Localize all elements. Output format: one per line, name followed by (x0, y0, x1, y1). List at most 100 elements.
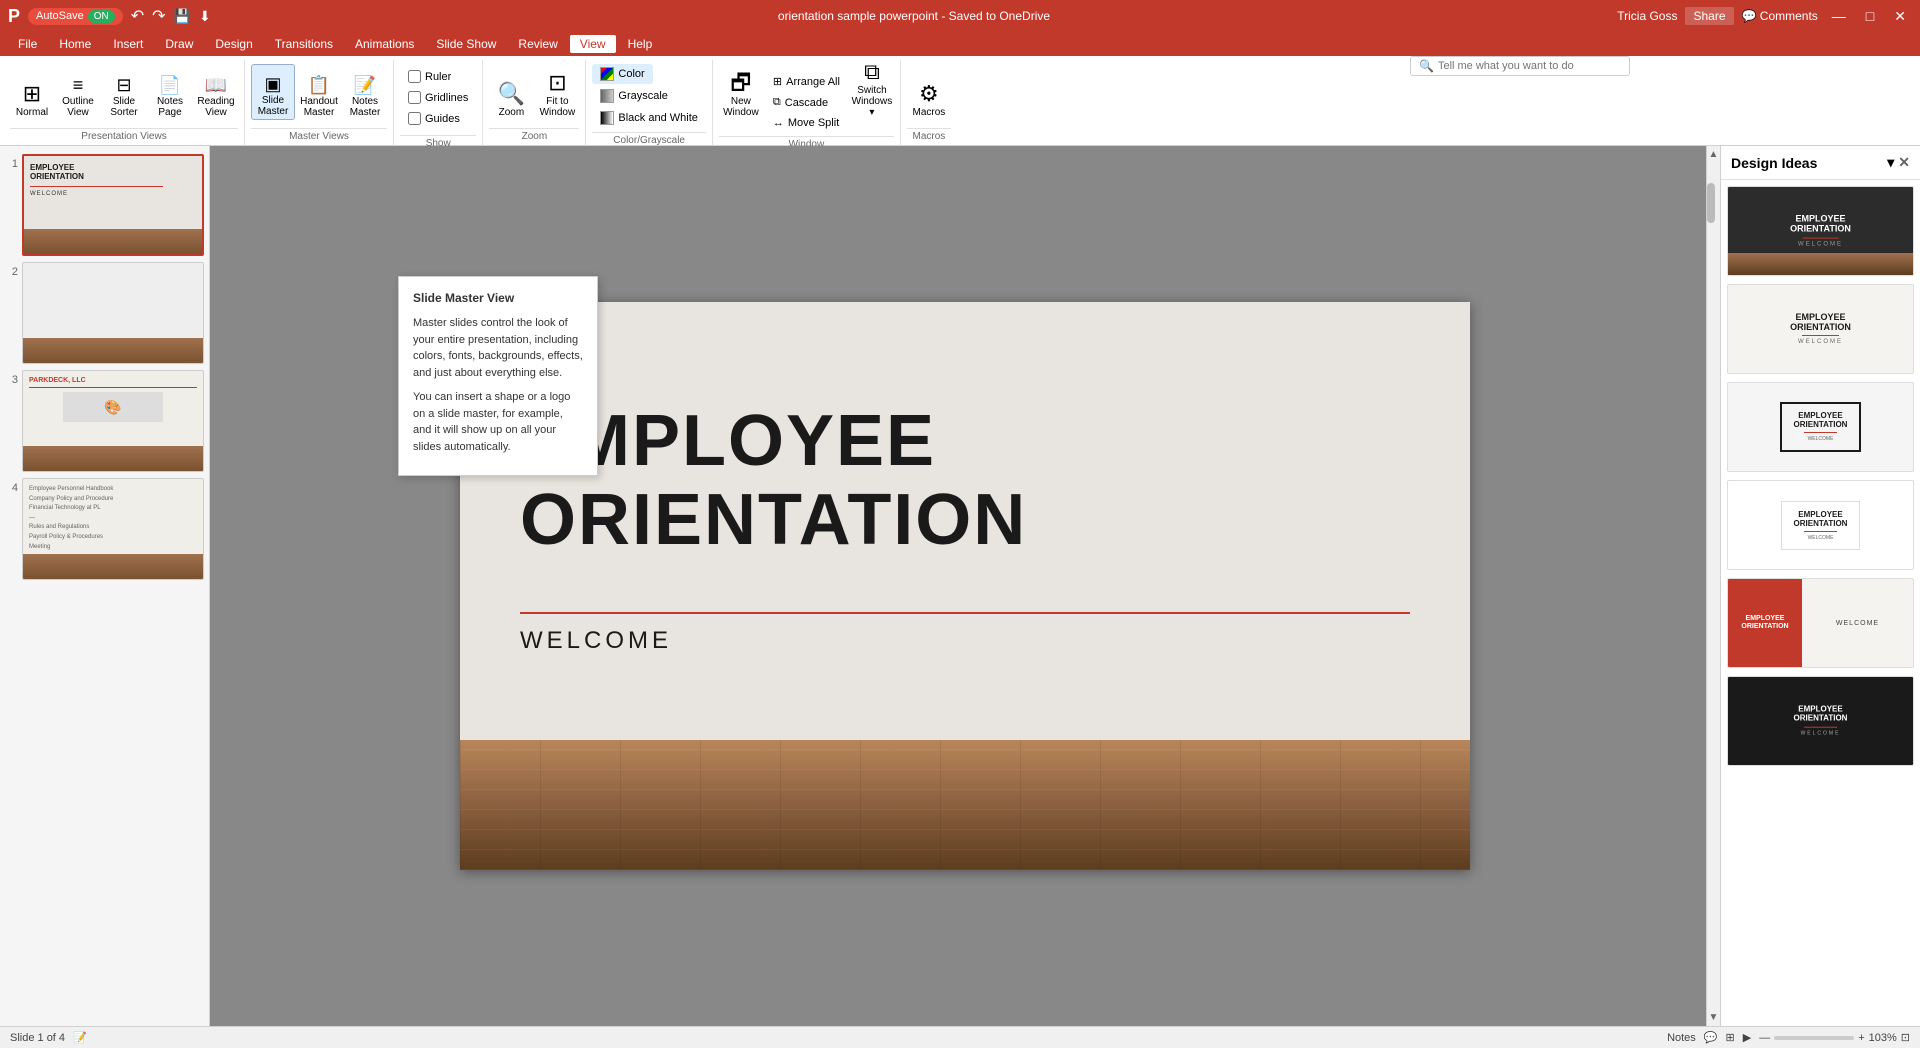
slide-img-3[interactable]: PARKDECK, LLC 🎨 (22, 370, 204, 472)
notes-button[interactable]: Notes (1667, 1032, 1696, 1044)
ribbon-btn-macros[interactable]: ⚙ Macros (907, 64, 951, 120)
gridlines-checkbox[interactable]: Gridlines (404, 89, 472, 106)
scroll-down-button[interactable]: ▼ (1706, 1009, 1720, 1026)
slide-panel: 1 EMPLOYEEORIENTATION WELCOME 2 3 PAR (0, 146, 210, 1026)
ribbon-btn-slide-master[interactable]: ▣ SlideMaster (251, 64, 295, 120)
fit-window-label: Fit toWindow (540, 96, 576, 118)
search-input[interactable] (1438, 60, 1621, 72)
cascade-icon: ⧉ (773, 96, 781, 109)
view-normal-icon[interactable]: ⊞ (1726, 1031, 1735, 1044)
guides-checkbox[interactable]: Guides (404, 110, 464, 127)
zoom-out-button[interactable]: — (1759, 1032, 1770, 1044)
dt-title-5: EMPLOYEEORIENTATION (1737, 611, 1792, 634)
share-button[interactable]: Share (1685, 7, 1733, 25)
menu-home[interactable]: Home (49, 35, 101, 53)
ribbon-btn-normal[interactable]: ⊞ Normal (10, 64, 54, 120)
vertical-scrollbar[interactable]: ▲ ▼ (1706, 146, 1720, 1026)
show-content: Ruler Gridlines Guides (400, 60, 476, 135)
zoom-in-button[interactable]: + (1858, 1032, 1864, 1044)
ribbon-btn-slide-sorter[interactable]: ⊟ SlideSorter (102, 64, 146, 120)
menu-review[interactable]: Review (508, 35, 567, 53)
undo-button[interactable]: ↶ (131, 6, 144, 26)
close-button[interactable]: ✕ (1888, 6, 1912, 27)
ribbon-btn-new-window[interactable]: 🗗 NewWindow (719, 64, 763, 120)
ruler-checkbox[interactable]: Ruler (404, 68, 455, 85)
slide-thumb-2[interactable]: 2 (4, 262, 205, 364)
ribbon-btn-fit-window[interactable]: ⊡ Fit toWindow (535, 64, 579, 120)
slide-num-4: 4 (4, 478, 18, 494)
macros-content: ⚙ Macros (907, 60, 951, 128)
ribbon-btn-notes-master[interactable]: 📝 NotesMaster (343, 64, 387, 120)
maximize-button[interactable]: □ (1860, 6, 1880, 26)
slide-floor-2 (23, 338, 203, 363)
fit-slide-button[interactable]: ⊡ (1901, 1031, 1910, 1044)
slide-welcome-text: WELCOME (520, 627, 672, 655)
dt-sub-4: WELCOME (1794, 535, 1848, 541)
ribbon-btn-outline[interactable]: ≡ OutlineView (56, 64, 100, 120)
view-slideshow-icon[interactable]: ▶ (1743, 1031, 1751, 1044)
comments-status-button[interactable]: 💬 (1704, 1031, 1718, 1044)
gridlines-check-input[interactable] (408, 91, 421, 104)
titlebar-center: orientation sample powerpoint - Saved to… (211, 9, 1618, 23)
design-theme-3[interactable]: EMPLOYEEORIENTATION WELCOME (1727, 382, 1914, 472)
menu-animations[interactable]: Animations (345, 35, 424, 53)
ribbon-btn-move-split[interactable]: ↔ Move Split (765, 114, 848, 132)
dt-content-6: EMPLOYEEORIENTATION WELCOME (1794, 706, 1848, 737)
design-theme-6[interactable]: EMPLOYEEORIENTATION WELCOME (1727, 676, 1914, 766)
ribbon-btn-notes-page[interactable]: 📄 NotesPage (148, 64, 192, 120)
menu-view[interactable]: View (570, 35, 616, 53)
notes-master-label: NotesMaster (350, 96, 381, 118)
zoom-slider[interactable] (1774, 1036, 1854, 1040)
design-panel-dropdown[interactable]: ▾ (1887, 154, 1894, 171)
dt-title-3: EMPLOYEEORIENTATION (1794, 412, 1848, 430)
redo-button[interactable]: ↷ (152, 6, 165, 26)
zoom-percent: 103% (1869, 1032, 1897, 1044)
normal-icon: ⊞ (23, 83, 41, 105)
dt-red-2 (1802, 335, 1838, 336)
ribbon-btn-zoom[interactable]: 🔍 Zoom (489, 64, 533, 120)
menu-draw[interactable]: Draw (155, 35, 203, 53)
ribbon-btn-arrange-all[interactable]: ⊞ Arrange All (765, 72, 848, 91)
design-ideas-panel: Design Ideas ▾ ✕ EMPLOYEEORIENTATION WEL… (1720, 146, 1920, 1026)
scroll-up-button[interactable]: ▲ (1706, 146, 1720, 163)
menu-slideshow[interactable]: Slide Show (426, 35, 506, 53)
design-theme-2[interactable]: EMPLOYEEORIENTATION WELCOME (1727, 284, 1914, 374)
design-panel-close[interactable]: ✕ (1898, 154, 1910, 171)
menu-file[interactable]: File (8, 35, 47, 53)
design-theme-5[interactable]: EMPLOYEEORIENTATION WELCOME (1727, 578, 1914, 668)
zoom-control: — + 103% ⊡ (1759, 1031, 1910, 1044)
ribbon-btn-cascade[interactable]: ⧉ Cascade (765, 93, 848, 112)
slide-img-1[interactable]: EMPLOYEEORIENTATION WELCOME (22, 154, 204, 256)
menu-help[interactable]: Help (618, 35, 663, 53)
app-logo: P (8, 6, 20, 27)
design-theme-1[interactable]: EMPLOYEEORIENTATION WELCOME (1727, 186, 1914, 276)
save-button[interactable]: 💾 (174, 8, 191, 25)
comments-button[interactable]: 💬 Comments (1742, 9, 1818, 23)
ribbon-btn-switch-windows[interactable]: ⧉ SwitchWindows ▾ (850, 64, 894, 120)
menu-insert[interactable]: Insert (103, 35, 153, 53)
design-theme-4[interactable]: EMPLOYEEORIENTATION WELCOME (1727, 480, 1914, 570)
color-btn-grayscale[interactable]: Grayscale (592, 86, 676, 106)
slide-img-4[interactable]: Employee Personnel Handbook Company Poli… (22, 478, 204, 580)
ribbon-group-zoom: 🔍 Zoom ⊡ Fit toWindow Zoom (483, 60, 586, 145)
dt-floor-1 (1728, 253, 1913, 275)
ribbon-btn-reading-view[interactable]: 📖 ReadingView (194, 64, 238, 120)
ruler-check-input[interactable] (408, 70, 421, 83)
minimize-button[interactable]: — (1826, 6, 1852, 26)
guides-check-input[interactable] (408, 112, 421, 125)
slide-thumb-4[interactable]: 4 Employee Personnel Handbook Company Po… (4, 478, 205, 580)
slide-img-2[interactable] (22, 262, 204, 364)
slide-thumb-3[interactable]: 3 PARKDECK, LLC 🎨 (4, 370, 205, 472)
menu-transitions[interactable]: Transitions (265, 35, 343, 53)
scroll-thumb[interactable] (1707, 183, 1715, 223)
slide-thumb-1[interactable]: 1 EMPLOYEEORIENTATION WELCOME (4, 154, 205, 256)
customize-button[interactable]: ⬇ (199, 8, 211, 25)
fit-window-icon: ⊡ (548, 72, 566, 94)
slide-floor-1 (24, 229, 202, 254)
autosave-toggle[interactable]: AutoSave ON (28, 8, 123, 25)
color-btn-black-white[interactable]: Black and White (592, 108, 705, 128)
color-btn-color[interactable]: Color (592, 64, 652, 84)
menu-design[interactable]: Design (205, 35, 262, 53)
ribbon-btn-handout-master[interactable]: 📋 HandoutMaster (297, 64, 341, 120)
slide-num-2: 2 (4, 262, 18, 278)
